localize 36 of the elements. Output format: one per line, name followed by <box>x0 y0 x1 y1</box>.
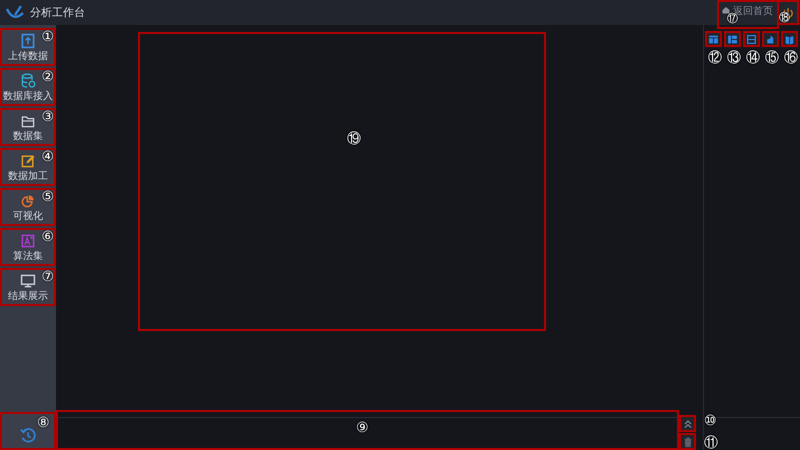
callout-number: ⑦ <box>41 270 54 284</box>
callout-number: ⑨ <box>356 421 369 435</box>
callout-number: ⑬ <box>727 50 741 64</box>
callout-number: ① <box>41 30 54 44</box>
sidebar-item[interactable]: 上传数据 ① <box>0 28 56 66</box>
sidebar-item[interactable]: 结果展示 ⑦ <box>0 268 56 306</box>
callout-number: ③ <box>41 110 54 124</box>
callout-number: ⑱ <box>779 12 790 23</box>
history-icon <box>19 426 37 444</box>
callout-number: ⑫ <box>708 50 722 64</box>
grid-layout-icon <box>727 34 738 44</box>
callout-number: ⑮ <box>765 50 779 64</box>
callout-number: ⑩ <box>704 413 717 427</box>
trash-icon <box>682 436 694 448</box>
columns-layout-icon <box>708 34 719 44</box>
rows-layout-icon <box>746 34 757 44</box>
sidebar-item[interactable]: 可视化 ⑤ <box>0 188 56 226</box>
callout-number: ⑲ <box>347 132 361 146</box>
callout-number: ⑤ <box>41 190 54 204</box>
block-shape-icon <box>765 34 776 44</box>
history-button[interactable]: ⑧ <box>0 412 56 450</box>
callout-number: ⑭ <box>746 50 760 64</box>
sidebar-item[interactable]: 数据集 ③ <box>0 108 56 146</box>
callout-number: ⑪ <box>704 435 718 449</box>
sidebar-item[interactable]: 数据库接入 ② <box>0 68 56 106</box>
app-title: 分析工作台 <box>30 5 85 20</box>
callout-number: ⑰ <box>727 13 738 24</box>
callout-number: ⑯ <box>784 50 798 64</box>
sidebar-item[interactable]: 算法集 ⑥ <box>0 228 56 266</box>
sidebar-item[interactable]: 数据加工 ④ <box>0 148 56 186</box>
book-icon <box>784 34 795 44</box>
callout-number: ④ <box>41 150 54 164</box>
chevrons-icon <box>682 418 694 430</box>
callout-number: ⑥ <box>41 230 54 244</box>
callout-number: ⑧ <box>37 415 50 429</box>
callout-number: ② <box>41 70 54 84</box>
